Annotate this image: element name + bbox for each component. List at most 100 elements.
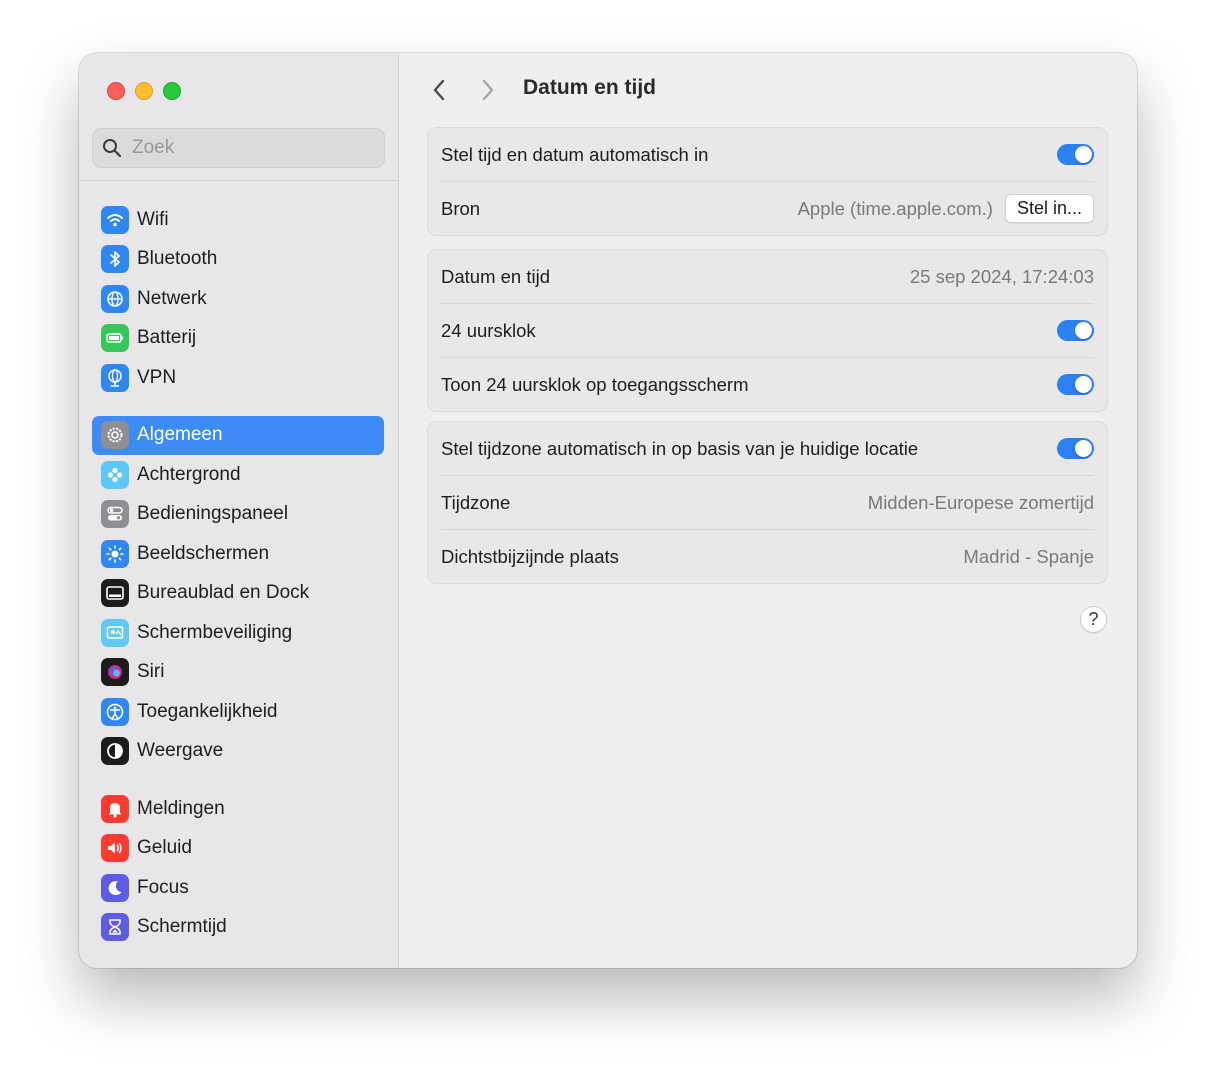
sidebar-item-label: Algemeen [137, 424, 223, 446]
minimize-button[interactable] [135, 82, 153, 100]
sun-icon [101, 539, 129, 568]
siri-icon [101, 658, 129, 687]
sidebar-item-schermtijd[interactable]: Schermtijd [92, 908, 384, 948]
timezone-label: Tijdzone [441, 491, 511, 513]
lockscreen-clock-label: Toon 24 uursklok op toegangsscherm [441, 373, 749, 395]
hourglass-icon [101, 913, 129, 942]
auto-time-row: Stel tijd en datum automatisch in [441, 128, 1094, 182]
bell-icon [101, 794, 129, 823]
source-row: Bron Apple (time.apple.com.) Stel in... [441, 182, 1094, 235]
dock-icon [101, 579, 129, 608]
switches-icon [101, 500, 129, 529]
datetime-group: Datum en tijd 25 sep 2024, 17:24:03 24 u… [427, 249, 1108, 412]
lockscreen-clock-row: Toon 24 uursklok op toegangsscherm [441, 358, 1094, 411]
sidebar-item-label: Toegankelijkheid [137, 700, 278, 722]
settings-window: Wifi Bluetooth Netwerk Batterij VPN Algemeen A… [79, 53, 1137, 968]
sidebar-item-label: Geluid [137, 837, 192, 859]
sidebar-item-vpn[interactable]: VPN [92, 358, 384, 398]
sidebar-item-bluetooth[interactable]: Bluetooth [92, 240, 384, 280]
source-label: Bron [441, 197, 481, 219]
help-button[interactable]: ? [1080, 606, 1107, 633]
auto-time-label: Stel tijd en datum automatisch in [441, 143, 709, 165]
timezone-value: Midden-Europese zomertijd [867, 491, 1094, 513]
sidebar-item-label: Achtergrond [137, 463, 241, 485]
sidebar-item-label: Bluetooth [137, 248, 218, 270]
source-value: Apple (time.apple.com.) [797, 197, 993, 219]
sidebar-item-bureaublad-en-dock[interactable]: Bureaublad en Dock [92, 574, 384, 614]
sidebar-list: Wifi Bluetooth Netwerk Batterij VPN Algemeen A… [92, 200, 384, 947]
sidebar-item-label: Focus [137, 876, 189, 898]
window-controls [107, 82, 181, 100]
sidebar-item-label: Batterij [137, 327, 197, 349]
sidebar-item-meldingen[interactable]: Meldingen [92, 789, 384, 829]
sidebar-item-label: Beeldschermen [137, 542, 270, 564]
sidebar-item-label: Schermtijd [137, 916, 227, 938]
search-icon [103, 139, 122, 158]
accessibility-icon [101, 697, 129, 726]
back-button[interactable] [425, 75, 453, 105]
zoom-button[interactable] [163, 82, 181, 100]
sidebar-item-batterij[interactable]: Batterij [92, 319, 384, 359]
nearest-city-label: Dichtstbijzijnde plaats [441, 545, 619, 567]
moon-icon [101, 873, 129, 902]
sidebar-item-label: Siri [137, 661, 165, 683]
wifi-icon [101, 205, 129, 234]
sidebar-item-label: VPN [137, 366, 177, 388]
tz-auto-row: Stel tijdzone automatisch in op basis va… [441, 422, 1094, 476]
sidebar-item-label: Wifi [137, 208, 169, 230]
sidebar-item-algemeen[interactable]: Algemeen [92, 415, 384, 455]
page-title: Datum en tijd [523, 76, 657, 99]
timezone-row: Tijdzone Midden-Europese zomertijd [441, 476, 1094, 530]
sidebar-item-label: Bedieningspaneel [137, 503, 289, 525]
sidebar-item-siri[interactable]: Siri [92, 653, 384, 693]
sidebar-item-beeldschermen[interactable]: Beeldschermen [92, 534, 384, 574]
sidebar-item-geluid[interactable]: Geluid [92, 829, 384, 869]
sidebar-item-schermbeveiliging[interactable]: Schermbeveiliging [92, 613, 384, 653]
main-pane: Datum en tijd Stel tijd en datum automat… [399, 53, 1137, 968]
sidebar-item-label: Schermbeveiliging [137, 621, 293, 643]
datetime-row: Datum en tijd 25 sep 2024, 17:24:03 [441, 250, 1094, 304]
auto-time-group: Stel tijd en datum automatisch in Bron A… [427, 127, 1108, 236]
flower-icon [101, 460, 129, 489]
set-source-button[interactable]: Stel in... [1004, 194, 1094, 223]
tz-auto-label: Stel tijdzone automatisch in op basis va… [441, 437, 919, 459]
screensaver-icon [101, 618, 129, 647]
sidebar-item-label: Weergave [137, 740, 224, 762]
auto-time-toggle[interactable] [1057, 144, 1094, 165]
clock24-label: 24 uursklok [441, 319, 536, 341]
sidebar-item-label: Meldingen [137, 797, 225, 819]
nearest-city-row: Dichtstbijzijnde plaats Madrid - Spanje [441, 530, 1094, 583]
globe-icon [101, 284, 129, 313]
datetime-label: Datum en tijd [441, 265, 550, 287]
gear-icon [101, 421, 129, 450]
sidebar-item-toegankelijkheid[interactable]: Toegankelijkheid [92, 692, 384, 732]
sidebar-item-label: Netwerk [137, 287, 207, 309]
timezone-group: Stel tijdzone automatisch in op basis va… [427, 421, 1108, 584]
battery-icon [101, 324, 129, 353]
bluetooth-icon [101, 245, 129, 274]
forward-button[interactable] [474, 75, 502, 105]
search-field[interactable] [92, 128, 385, 168]
sidebar-divider [79, 180, 398, 181]
sidebar-item-focus[interactable]: Focus [92, 868, 384, 908]
appearance-icon [101, 737, 129, 766]
chevron-left-icon [433, 79, 445, 101]
sidebar-item-weergave[interactable]: Weergave [92, 732, 384, 772]
clock24-toggle[interactable] [1057, 320, 1094, 341]
sidebar-item-achtergrond[interactable]: Achtergrond [92, 455, 384, 495]
sidebar-item-wifi[interactable]: Wifi [92, 200, 384, 240]
sidebar-item-netwerk[interactable]: Netwerk [92, 279, 384, 319]
clock24-row: 24 uursklok [441, 304, 1094, 358]
tz-auto-toggle[interactable] [1057, 438, 1094, 459]
close-button[interactable] [107, 82, 125, 100]
search-input[interactable] [130, 136, 374, 160]
sidebar-item-bedieningspaneel[interactable]: Bedieningspaneel [92, 495, 384, 535]
sidebar-item-label: Bureaublad en Dock [137, 582, 310, 604]
datetime-value[interactable]: 25 sep 2024, 17:24:03 [910, 266, 1094, 288]
sidebar: Wifi Bluetooth Netwerk Batterij VPN Algemeen A… [79, 53, 399, 968]
lockscreen-clock-toggle[interactable] [1057, 374, 1094, 395]
chevron-right-icon [482, 79, 494, 101]
nearest-city-value: Madrid - Spanje [963, 545, 1094, 567]
